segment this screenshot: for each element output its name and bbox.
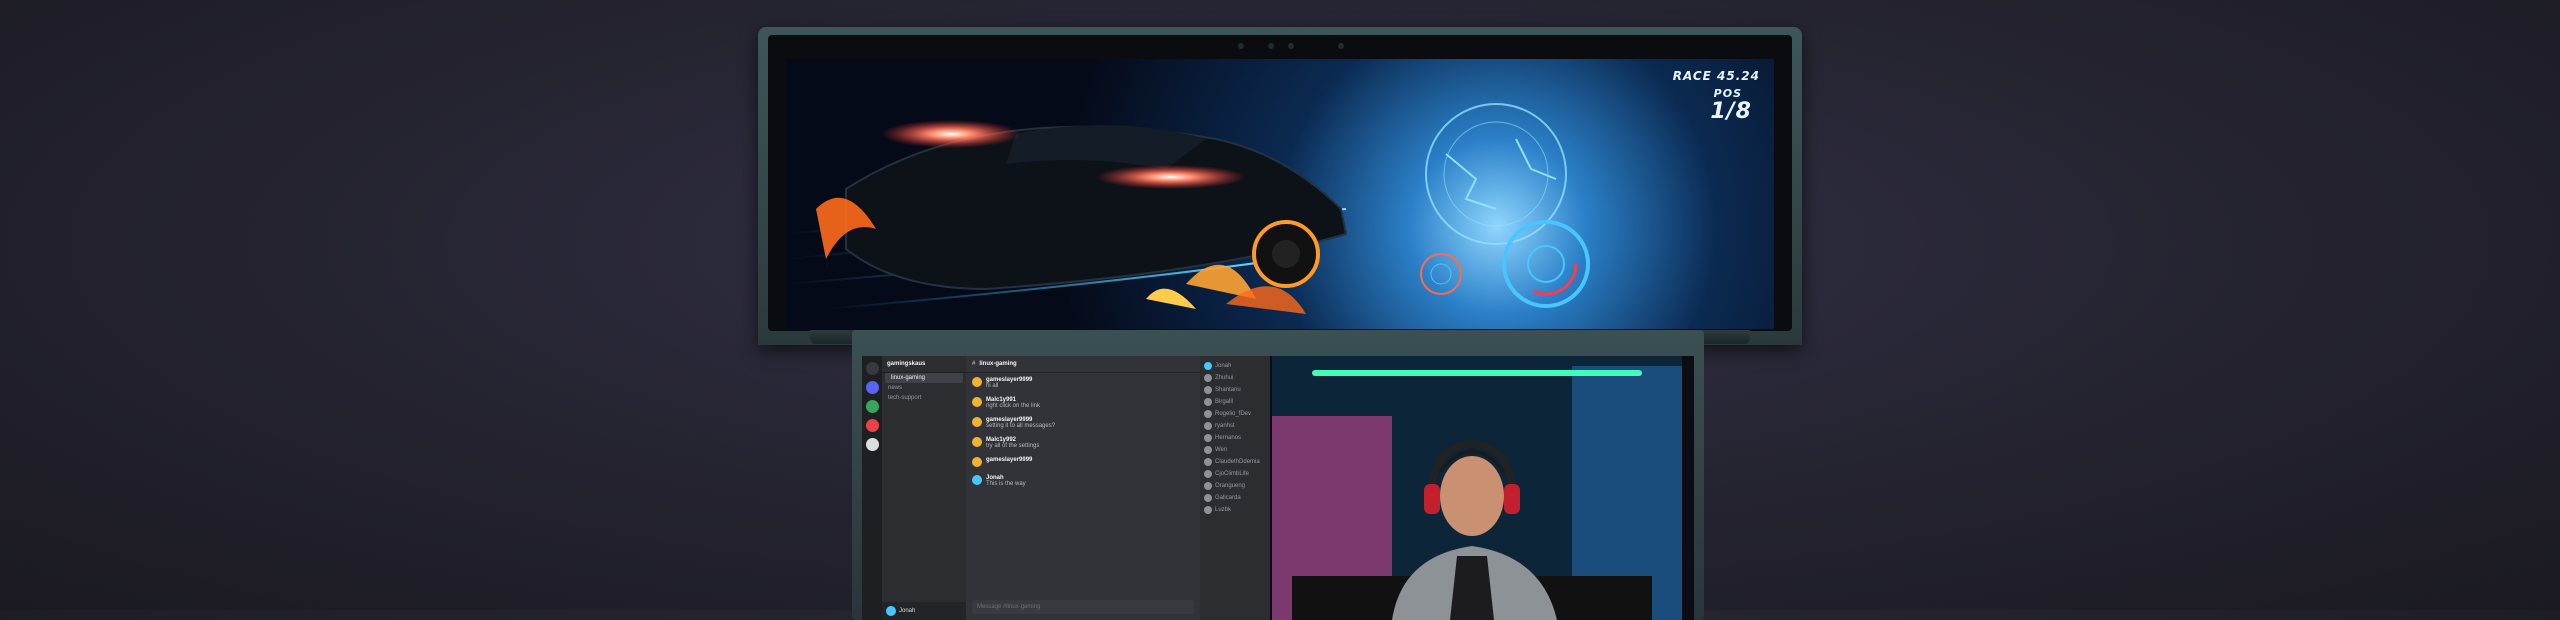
hash-icon: #: [972, 361, 976, 367]
server-name[interactable]: gamingskaus: [882, 356, 966, 373]
message-input[interactable]: Message #linux-gaming: [972, 600, 1194, 614]
channel-list: gamingskaus linux-gaming news tech-suppo…: [882, 356, 966, 620]
message-item: Malc1y992 try all of the settings: [966, 433, 1200, 453]
secondary-screen: gamingskaus linux-gaming news tech-suppo…: [862, 356, 1694, 620]
channel-item-linux-gaming[interactable]: linux-gaming: [885, 373, 963, 383]
user-name: Jonah: [899, 608, 916, 614]
avatar[interactable]: [886, 606, 896, 616]
member-item[interactable]: ClaudethDdemia: [1200, 456, 1270, 468]
camera-icon: [1288, 43, 1294, 49]
server-icon[interactable]: [865, 438, 879, 451]
speedometer-gauge: [1420, 220, 1590, 308]
position-value: 1/8: [1710, 99, 1752, 124]
streamer-video: [1272, 356, 1682, 620]
avatar[interactable]: [972, 457, 982, 467]
member-item[interactable]: Hernanos: [1200, 432, 1270, 444]
server-icon[interactable]: [865, 419, 879, 432]
message-item: Jonah This is the way: [966, 471, 1200, 491]
race-scene: [786, 103, 1590, 314]
message-item: gameslayer9999 hi all: [966, 373, 1200, 393]
avatar[interactable]: [972, 437, 982, 447]
member-item[interactable]: ryanhst: [1200, 420, 1270, 432]
member-item[interactable]: Luzbk: [1200, 504, 1270, 516]
message-pane: # linux-gaming gameslayer9999 hi all Mal…: [966, 356, 1200, 620]
channel-item-news[interactable]: news: [882, 383, 966, 393]
message-text: This is the way: [986, 481, 1026, 487]
message-text: right click on the link: [986, 403, 1041, 409]
webcam-feed: [1272, 356, 1682, 620]
message-item: gameslayer9999 setting it to all message…: [966, 413, 1200, 433]
server-rail: [862, 356, 882, 620]
member-item[interactable]: Birgalll: [1200, 396, 1270, 408]
message-author[interactable]: gameslayer9999: [986, 457, 1032, 463]
message-item: gameslayer9999: [966, 453, 1200, 471]
member-item[interactable]: Jonah: [1200, 360, 1270, 372]
member-item[interactable]: Rogelio_fDev: [1200, 408, 1270, 420]
laptop-top-panel: RACE 45.24 POS 1/8: [758, 27, 1802, 345]
member-item[interactable]: Galicarda: [1200, 492, 1270, 504]
sensor-icon: [1338, 43, 1344, 49]
member-item[interactable]: Orangueng: [1200, 480, 1270, 492]
message-text: setting it to all messages?: [986, 423, 1056, 429]
message-item: Malc1y991 right click on the link: [966, 393, 1200, 413]
channel-title: linux-gaming: [979, 361, 1017, 367]
avatar[interactable]: [972, 397, 982, 407]
avatar[interactable]: [972, 475, 982, 485]
race-car: [845, 120, 1348, 291]
member-list: Jonah Zhuhui Shantanu Birgalll Rogelio_f…: [1200, 356, 1270, 620]
avatar[interactable]: [972, 417, 982, 427]
user-bar: Jonah: [882, 602, 966, 620]
sensor-icon: [1268, 43, 1274, 49]
message-text: hi all: [986, 383, 999, 389]
channel-header: # linux-gaming: [966, 356, 1200, 373]
home-icon[interactable]: [865, 362, 879, 375]
camera-icon: [1238, 43, 1244, 49]
message-text: try all of the settings: [986, 443, 1040, 449]
channel-item-tech-support[interactable]: tech-support: [882, 393, 966, 403]
avatar[interactable]: [972, 377, 982, 387]
server-icon[interactable]: [865, 381, 879, 394]
laptop-bottom-panel: gamingskaus linux-gaming news tech-suppo…: [852, 330, 1704, 620]
chat-app: gamingskaus linux-gaming news tech-suppo…: [862, 356, 1270, 620]
server-icon[interactable]: [865, 400, 879, 413]
member-item[interactable]: Wen: [1200, 444, 1270, 456]
racing-game-screen[interactable]: RACE 45.24 POS 1/8: [786, 59, 1774, 329]
member-item[interactable]: Shantanu: [1200, 384, 1270, 396]
member-item[interactable]: CjoClimbLife: [1200, 468, 1270, 480]
race-timer: RACE 45.24: [1672, 69, 1760, 83]
member-item[interactable]: Zhuhui: [1200, 372, 1270, 384]
